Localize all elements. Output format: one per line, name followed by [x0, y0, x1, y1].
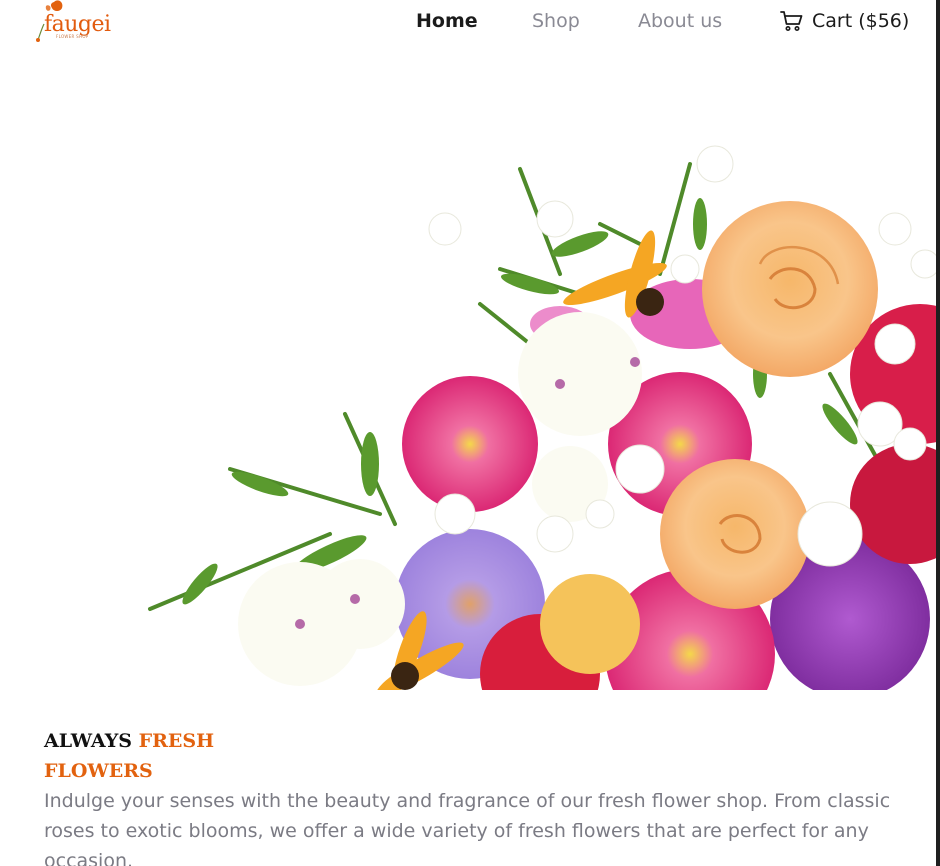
- headline-word-flowers: FLOWERS: [44, 760, 153, 782]
- nav-home[interactable]: Home: [416, 8, 478, 34]
- headline-word-always: ALWAYS: [44, 730, 139, 752]
- hero-headline: ALWAYS FRESH FLOWERS: [44, 726, 284, 786]
- hero-image: [0, 44, 936, 690]
- intro-description: Indulge your senses with the beauty and …: [44, 790, 891, 866]
- headline-word-fresh: FRESH: [138, 730, 215, 752]
- brand-logo[interactable]: faugei FLOWER SHOP: [32, 0, 122, 44]
- flower-bouquet-image: [148, 145, 936, 690]
- window-edge: [936, 0, 940, 866]
- cart-button[interactable]: Cart ($56): [780, 8, 909, 34]
- cart-label: Cart ($56): [812, 10, 910, 32]
- site-header: faugei FLOWER SHOP Home Shop About us Ca…: [0, 0, 936, 44]
- nav-shop[interactable]: Shop: [532, 8, 580, 34]
- nav-about-us[interactable]: About us: [638, 8, 722, 34]
- page: faugei FLOWER SHOP Home Shop About us Ca…: [0, 0, 940, 866]
- shopping-cart-icon: [780, 11, 803, 31]
- brand-tagline: FLOWER SHOP: [56, 34, 89, 39]
